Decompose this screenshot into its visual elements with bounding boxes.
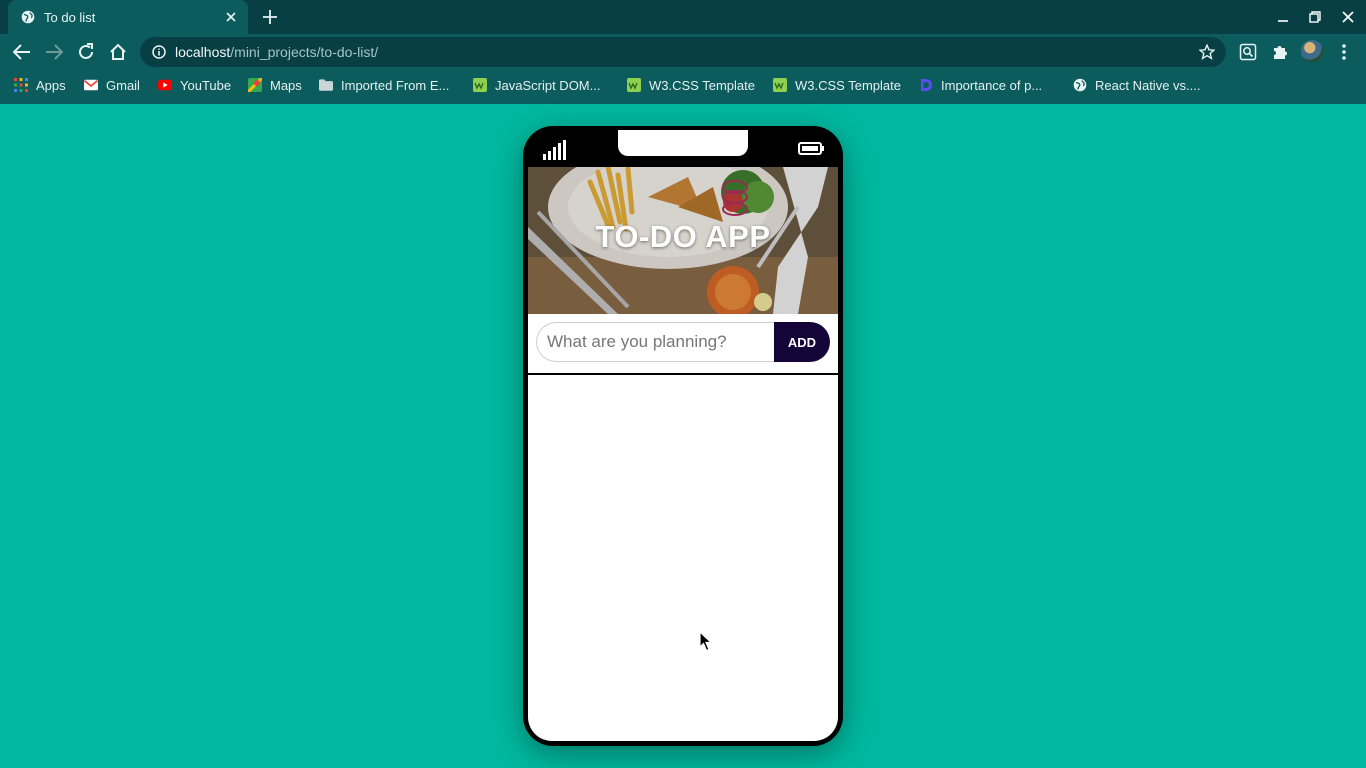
tab-strip: To do list [0,0,1366,34]
bookmark-importance-of[interactable]: Importance of p... [919,77,1042,93]
apps-grid-icon [14,78,28,92]
url-path: /mini_projects/to-do-list/ [230,44,379,60]
maps-icon [248,78,262,92]
bookmark-label: JavaScript DOM... [495,77,601,93]
bookmark-label: Imported From E... [341,77,450,93]
arrow-right-icon [46,44,63,60]
reload-icon [79,43,93,59]
kebab-menu-icon [1342,44,1346,60]
back-button[interactable] [11,41,33,63]
battery-icon [798,142,824,155]
browser-chrome: To do list localhost /mini_projects/to-d… [0,0,1366,104]
bookmark-star-icon[interactable] [1198,43,1216,61]
bookmark-javascript-dom[interactable]: JavaScript DOM... [473,77,600,93]
phone-frame: TO-DO APP ADD [523,126,843,746]
app-title: TO-DO APP [595,219,771,254]
youtube-icon [158,79,172,91]
globe-icon [1073,78,1087,92]
reload-button[interactable] [75,41,97,63]
header-banner: TO-DO APP [528,167,838,314]
bookmark-label: Importance of p... [941,77,1043,93]
tab-title: To do list [44,9,96,25]
bookmark-imported-folder[interactable]: Imported From E... [319,77,449,93]
todo-list [528,375,838,741]
tab-to-do-list[interactable]: To do list [8,0,248,34]
toolbar: localhost/mini_projects/to-do-list/ [0,34,1366,70]
menu-button[interactable] [1333,41,1355,63]
bookmark-label: Maps [270,77,302,93]
arrow-left-icon [13,44,30,60]
plus-icon [263,10,277,24]
address-bar[interactable]: localhost/mini_projects/to-do-list/ [140,37,1226,67]
lens-icon [1239,43,1257,61]
bookmark-label: W3.CSS Template [649,77,755,93]
mouse-cursor-icon [699,631,713,652]
url-host: localhost [175,44,231,60]
bookmark-label: React Native vs.... [1095,77,1201,93]
gmail-icon [84,79,98,91]
profile-avatar[interactable] [1301,40,1323,62]
todo-form: ADD [536,322,830,362]
w3-icon [773,78,787,92]
close-tab-icon[interactable] [223,9,239,25]
phone-screen: TO-DO APP ADD [528,167,838,741]
folder-icon [319,79,333,91]
bookmark-label: YouTube [180,77,232,93]
bookmark-maps[interactable]: Maps [248,77,302,93]
bookmark-react-native[interactable]: React Native vs.... [1073,77,1200,93]
extensions-button[interactable] [1269,41,1291,63]
minimize-icon [1278,20,1288,22]
globe-icon [21,10,35,24]
close-window-button[interactable] [1338,7,1358,27]
bookmark-youtube[interactable]: YouTube [158,77,231,93]
home-icon [110,43,126,60]
w3-icon [473,78,487,92]
home-button[interactable] [107,41,129,63]
w3-icon [627,78,641,92]
bookmark-apps[interactable]: Apps [14,77,66,93]
bookmark-w3css-template-2[interactable]: W3.CSS Template [773,77,901,93]
bookmark-label: Apps [36,77,66,93]
restore-button[interactable] [1305,7,1325,27]
bookmark-w3css-template-1[interactable]: W3.CSS Template [627,77,755,93]
phone-notch [618,130,748,156]
bookmark-label: Gmail [106,77,140,93]
todo-input[interactable] [536,322,774,362]
dev-icon [921,79,932,91]
puzzle-icon [1274,46,1287,59]
bookmark-label: W3.CSS Template [795,77,901,93]
bookmark-gmail[interactable]: Gmail [84,77,140,93]
new-tab-button[interactable] [260,7,280,27]
lens-extension-button[interactable] [1237,41,1259,63]
minimize-button[interactable] [1273,7,1293,27]
close-icon [1342,11,1354,23]
restore-icon [1309,11,1321,23]
signal-icon [543,140,566,160]
info-icon[interactable] [151,44,167,60]
bookmarks-bar: Apps Gmail YouTube Maps Imported From E.… [0,70,1366,100]
forward-button[interactable] [43,41,65,63]
add-button[interactable]: ADD [774,322,830,362]
